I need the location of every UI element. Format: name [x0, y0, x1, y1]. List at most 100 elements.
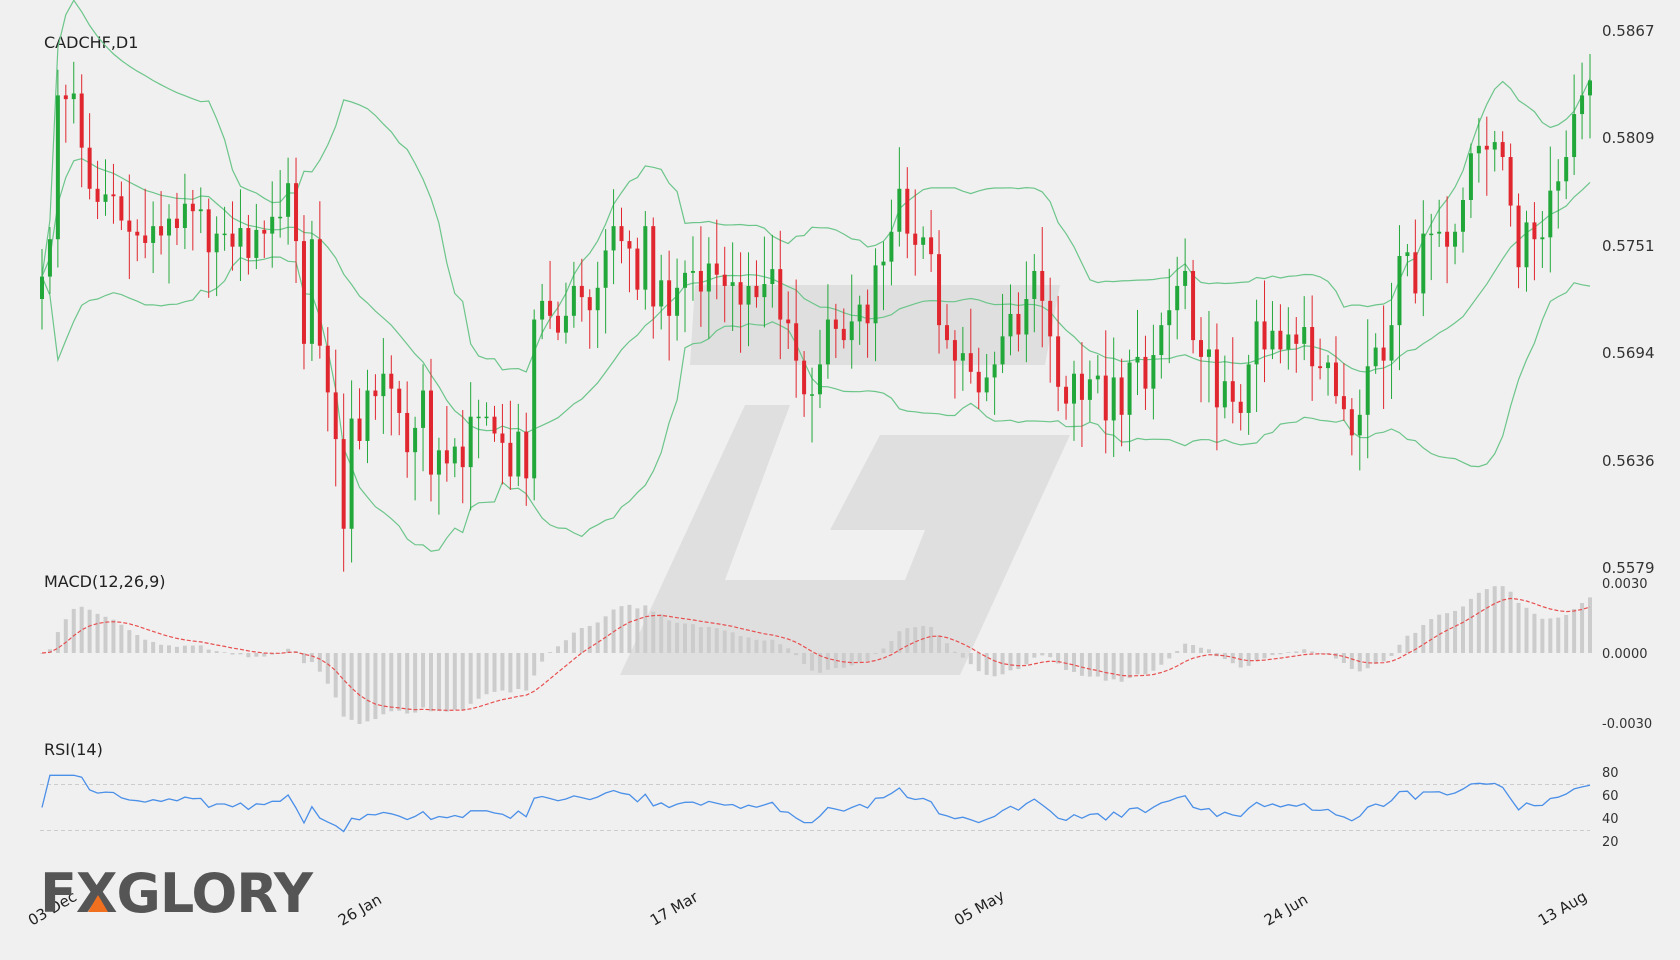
- candle-up: [1564, 157, 1569, 182]
- candle-down: [1445, 231, 1450, 247]
- candle-down: [492, 416, 497, 434]
- macd-histogram-bar: [1524, 607, 1529, 653]
- candle-up: [770, 269, 775, 285]
- x-tick-label: 13 Aug: [1535, 887, 1590, 929]
- candle-up: [1159, 325, 1164, 356]
- macd-histogram-bar: [1310, 651, 1315, 653]
- macd-histogram-bar: [492, 653, 497, 692]
- macd-histogram-bar: [1341, 653, 1346, 663]
- candle-up: [1468, 153, 1473, 200]
- candle-up: [532, 319, 537, 479]
- macd-histogram-bar: [373, 653, 378, 720]
- candle-down: [333, 392, 338, 440]
- candle-up: [992, 364, 997, 378]
- macd-histogram-bar: [881, 648, 886, 653]
- candle-down: [1318, 366, 1323, 369]
- macd-histogram-bar: [1016, 653, 1021, 670]
- macd-histogram-bar: [1143, 653, 1148, 675]
- candle-down: [619, 226, 624, 242]
- macd-histogram-bar: [1492, 586, 1497, 653]
- candle-up: [825, 319, 830, 365]
- macd-histogram-bar: [754, 639, 759, 653]
- macd-histogram-bar: [174, 646, 179, 653]
- candle-down: [397, 388, 402, 413]
- macd-histogram-bar: [389, 653, 394, 712]
- candle-up: [563, 315, 568, 333]
- macd-histogram-bar: [643, 605, 648, 653]
- macd-histogram-bar: [1460, 606, 1465, 653]
- macd-histogram-bar: [913, 627, 918, 653]
- candle-up: [468, 416, 473, 468]
- macd-histogram-bar: [405, 653, 410, 714]
- macd-histogram-bar: [952, 651, 957, 653]
- candle-down: [635, 248, 640, 290]
- macd-histogram-bar: [230, 653, 235, 655]
- macd-histogram-bar: [516, 653, 521, 690]
- macd-histogram-bar: [1453, 610, 1458, 653]
- macd-histogram-bar: [698, 627, 703, 653]
- macd-histogram-bar: [1445, 613, 1450, 653]
- candle-up: [683, 272, 688, 288]
- macd-histogram-bar: [421, 653, 426, 708]
- macd-histogram-bar: [1135, 653, 1140, 675]
- candle-up: [1032, 270, 1037, 299]
- candle-up: [40, 276, 44, 299]
- price-tick-label: 0.5751: [1602, 237, 1655, 255]
- candle-up: [278, 216, 283, 219]
- candle-up: [182, 203, 187, 229]
- candle-down: [1262, 321, 1267, 350]
- macd-histogram-bar: [548, 652, 553, 653]
- macd-histogram-bar: [167, 645, 172, 653]
- macd-histogram-bar: [317, 653, 322, 672]
- candle-down: [1500, 142, 1505, 158]
- candle-up: [270, 216, 275, 234]
- candle-up: [1548, 190, 1553, 238]
- candle-up: [286, 183, 291, 217]
- macd-histogram-bar: [87, 609, 92, 653]
- macd-histogram-bar: [95, 613, 100, 653]
- macd-histogram-bar: [1191, 644, 1196, 653]
- macd-histogram-bar: [151, 641, 156, 653]
- x-tick-label: 05 May: [951, 886, 1008, 929]
- candle-up: [484, 416, 489, 419]
- candle-down: [667, 280, 672, 316]
- candle-up: [1373, 347, 1378, 367]
- candle-down: [1214, 349, 1219, 408]
- rsi-tick-label: 60: [1602, 789, 1619, 804]
- macd-histogram-bar: [1151, 653, 1156, 671]
- candle-down: [952, 340, 957, 361]
- macd-histogram-bar: [706, 626, 711, 653]
- candle-down: [1238, 401, 1243, 413]
- candle-up: [1357, 414, 1362, 436]
- macd-histogram-bar: [1064, 653, 1069, 670]
- macd-histogram-bar: [1349, 653, 1354, 669]
- macd-histogram-bar: [182, 645, 187, 653]
- candle-up: [1572, 114, 1577, 158]
- macd-histogram-bar: [1333, 653, 1338, 659]
- candle-down: [548, 300, 553, 316]
- macd-histogram-bar: [1087, 653, 1092, 677]
- macd-histogram-bar: [571, 632, 576, 653]
- price-tick-label: 0.5579: [1602, 559, 1655, 577]
- macd-histogram-bar: [976, 653, 981, 672]
- candle-up: [881, 261, 886, 266]
- candle-down: [190, 203, 195, 212]
- candle-down: [389, 373, 394, 389]
- candle-down: [865, 304, 870, 324]
- candle-up: [730, 282, 735, 286]
- candle-down: [1056, 336, 1061, 387]
- macd-histogram-bar: [413, 653, 418, 713]
- candle-down: [1103, 375, 1108, 421]
- macd-histogram-bar: [992, 653, 997, 677]
- chart-canvas: CADCHF,D1 MACD(12,26,9) RSI(14) 0.5867 0…: [25, 0, 1655, 929]
- candle-up: [1024, 299, 1029, 335]
- macd-histogram-bar: [127, 630, 132, 653]
- candle-up: [1453, 231, 1458, 247]
- candle-down: [95, 188, 100, 202]
- macd-histogram-bar: [468, 653, 473, 704]
- macd-histogram-bar: [1357, 653, 1362, 672]
- macd-histogram-bar: [714, 628, 719, 653]
- candle-down: [119, 196, 124, 221]
- macd-histogram-bar: [1294, 651, 1299, 653]
- macd-histogram-bar: [1397, 644, 1402, 653]
